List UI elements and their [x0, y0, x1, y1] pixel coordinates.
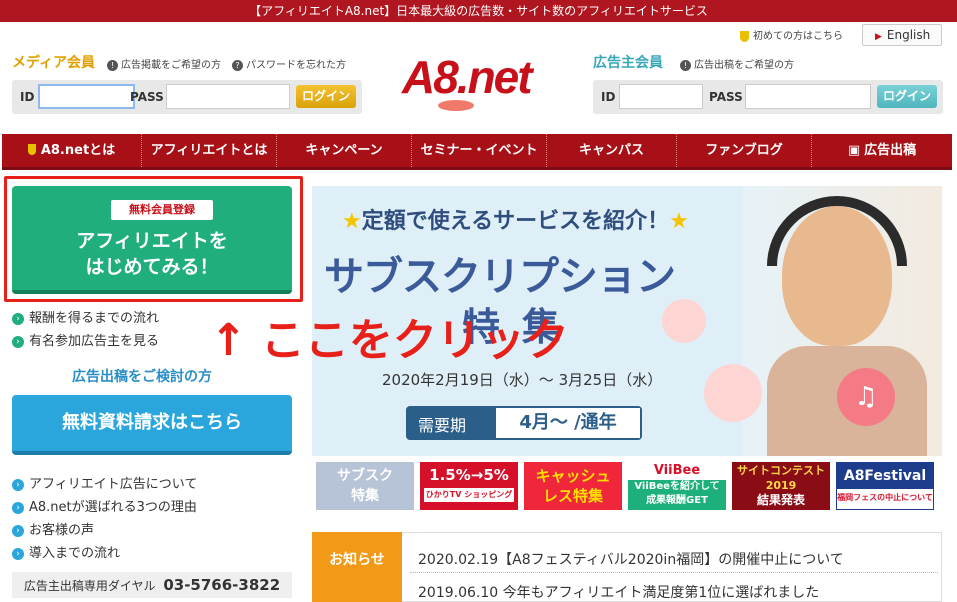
- advertiser-password-input[interactable]: [745, 84, 871, 109]
- music-icon: ♫: [837, 368, 895, 426]
- sofa-icon: [704, 364, 762, 422]
- shield-icon: [740, 30, 749, 42]
- advertiser-login-form: ID PASS ログイン: [593, 80, 943, 114]
- advertiser-ad-link[interactable]: ! 広告出稿をご希望の方: [680, 56, 794, 71]
- banner-dates: 2020年2月19日（水）～ 3月25日（水）: [382, 371, 663, 389]
- highlight-frame: [4, 176, 303, 302]
- thumb-cashless[interactable]: キャッシュ レス特集: [524, 462, 622, 510]
- pass-label: PASS: [130, 90, 164, 104]
- nav-affiliate[interactable]: アフィリエイトとは: [142, 134, 277, 167]
- media-login-form: ID PASS ログイン: [12, 80, 362, 114]
- intro-flow-link[interactable]: › 導入までの流れ: [12, 542, 120, 561]
- exclamation-icon: !: [107, 59, 118, 71]
- news-item[interactable]: 2019.06.10 今年もアフィリエイト満足度第1位に選ばれました: [418, 582, 819, 602]
- nav-advertise[interactable]: ▣ 広告出稿: [812, 134, 952, 167]
- nav-campaign[interactable]: キャンペーン: [277, 134, 412, 167]
- logo-mouth: [438, 100, 474, 111]
- chevron-right-icon: ›: [12, 547, 24, 560]
- news-divider: [410, 572, 938, 573]
- reasons-link[interactable]: › A8.netが選ばれる3つの理由: [12, 496, 197, 515]
- up-arrow-icon: ↑: [210, 315, 247, 366]
- media-login-button[interactable]: ログイン: [296, 85, 356, 108]
- star-icon: ★: [669, 209, 689, 234]
- news-item[interactable]: 2020.02.19【A8フェスティバル2020in福岡】の開催中止について: [418, 549, 844, 569]
- request-materials-button[interactable]: 無料資料請求はこちら: [12, 395, 292, 455]
- thumb-site-contest[interactable]: サイトコンテスト 2019 結果発表: [732, 462, 830, 510]
- thumb-hikaritv[interactable]: 1.5%→5% ひかりTV ショッピング: [420, 462, 518, 510]
- thumb-subscription[interactable]: サブスク 特集: [316, 462, 414, 510]
- chevron-right-icon: ›: [12, 312, 24, 325]
- news-heading: お知らせ: [312, 532, 402, 602]
- nav-seminar[interactable]: セミナー・イベント: [412, 134, 547, 167]
- nav-fanblog[interactable]: ファンブログ: [677, 134, 812, 167]
- chevron-right-icon: ›: [12, 335, 24, 348]
- id-label: ID: [601, 90, 616, 104]
- thumb-viibee[interactable]: ViiBee ViiBeeを紹介して 成果報酬GET: [628, 462, 726, 510]
- play-arrow-icon: ▶: [875, 32, 882, 42]
- media-password-input[interactable]: [166, 84, 290, 109]
- thumb-a8festival[interactable]: A8Festival 福岡フェスの中止について: [836, 462, 934, 510]
- first-time-link[interactable]: 初めての方はこちら: [740, 27, 843, 42]
- chevron-right-icon: ›: [12, 478, 24, 491]
- advertiser-member-label: 広告主会員: [593, 55, 663, 71]
- nav-a8net[interactable]: A8.netとは: [2, 134, 142, 167]
- voices-link[interactable]: › お客様の声: [12, 519, 94, 538]
- a8-logo[interactable]: A8.net: [402, 52, 552, 111]
- media-ad-link[interactable]: ! 広告掲載をご希望の方: [107, 56, 221, 71]
- advertiser-dial: 広告主出稿専用ダイヤル 03-5766-3822: [12, 572, 292, 598]
- about-affiliate-link[interactable]: › アフィリエイト広告について: [12, 473, 197, 492]
- ad-consider-heading: 広告出稿をご検討の方: [72, 369, 212, 385]
- chevron-right-icon: ›: [12, 501, 24, 514]
- star-icon: ★: [342, 209, 362, 234]
- english-button[interactable]: ▶ English: [862, 24, 942, 46]
- demand-period: 需要期 4月～ /通年: [406, 406, 642, 440]
- media-member-label: メディア会員: [12, 55, 96, 71]
- top-banner: 【アフィリエイトA8.net】日本最大級の広告数・サイト数のアフィリエイトサービ…: [0, 0, 957, 22]
- media-id-input[interactable]: [38, 84, 135, 109]
- id-label: ID: [20, 90, 35, 104]
- advertiser-login-button[interactable]: ログイン: [877, 85, 937, 108]
- grid-icon: ▣: [847, 143, 861, 158]
- pass-label: PASS: [709, 90, 743, 104]
- advertiser-id-input[interactable]: [619, 84, 703, 109]
- nav-campus[interactable]: キャンパス: [547, 134, 677, 167]
- banner-headline: ★定額で使えるサービスを紹介！★: [342, 209, 689, 234]
- advertisers-link[interactable]: › 有名参加広告主を見る: [12, 330, 159, 349]
- forgot-password-link[interactable]: ? パスワードを忘れた方: [232, 56, 346, 71]
- chevron-right-icon: ›: [12, 524, 24, 537]
- shield-icon: [27, 144, 36, 155]
- main-nav: A8.netとは アフィリエイトとは キャンペーン セミナー・イベント キャンパ…: [2, 134, 952, 170]
- exclamation-icon: !: [680, 59, 691, 71]
- flow-link[interactable]: › 報酬を得るまでの流れ: [12, 307, 159, 326]
- banner-title: サブスクリプション: [324, 254, 676, 300]
- click-here-annotation: ↑ ここをクリック: [210, 315, 569, 366]
- shirt-icon: [662, 299, 706, 343]
- question-icon: ?: [232, 59, 243, 71]
